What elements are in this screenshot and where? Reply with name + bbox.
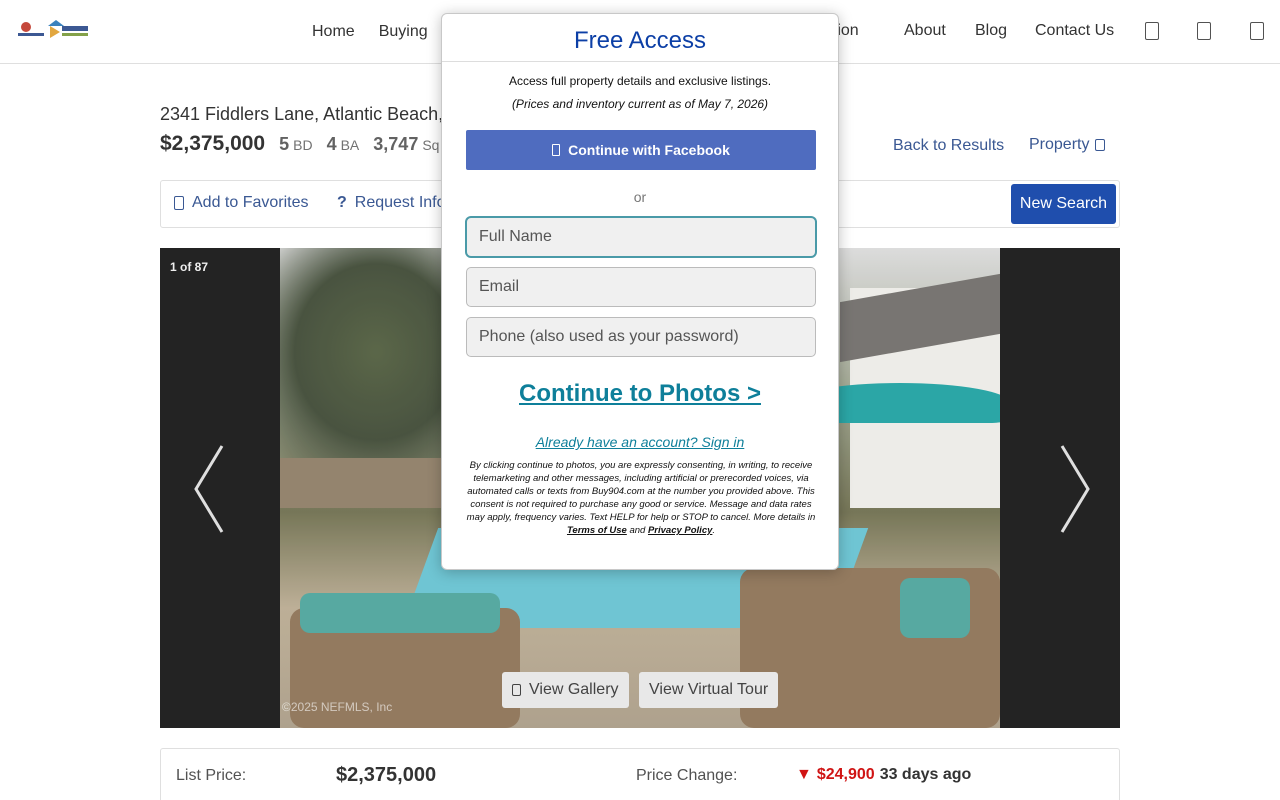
or-divider: or [633,189,647,205]
continue-with-facebook-button[interactable]: Continue with Facebook [466,130,816,170]
consent-period: . [712,525,716,536]
free-access-modal: Free Access Access full property details… [441,13,839,570]
privacy-policy-link[interactable]: Privacy Policy [648,525,712,536]
phone-input[interactable] [466,317,816,357]
terms-of-use-link[interactable]: Terms of Use [567,525,627,536]
full-name-input[interactable] [466,217,816,257]
modal-divider [442,61,838,62]
modal-intro: Access full property details and exclusi… [508,74,772,88]
consent-text: By clicking continue to photos, you are … [466,459,816,537]
email-input[interactable] [466,267,816,307]
continue-to-photos-button[interactable]: Continue to Photos > [442,380,838,408]
modal-title: Free Access [573,27,707,54]
consent-body: By clicking continue to photos, you are … [466,460,816,523]
modal-as-of: (Prices and inventory current as of May … [511,97,769,111]
sign-in-link[interactable]: Already have an account? Sign in [442,434,838,450]
facebook-label: Continue with Facebook [568,142,730,158]
consent-and: and [629,525,646,536]
facebook-icon [552,144,561,156]
